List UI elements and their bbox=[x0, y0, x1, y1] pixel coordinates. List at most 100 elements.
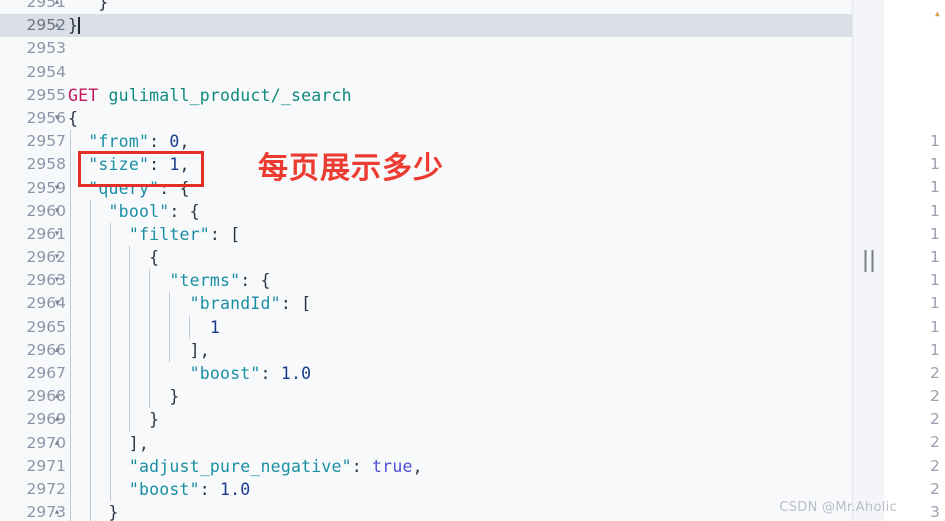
code-line[interactable]: 2951 ▴ } bbox=[0, 0, 852, 14]
watermark: CSDN @Mr.Aholic bbox=[779, 500, 897, 515]
line-number: 2971 bbox=[26, 456, 66, 475]
code-text: } bbox=[68, 385, 179, 408]
response-line-number: 2 bbox=[930, 363, 940, 382]
token-key: "boost" bbox=[189, 364, 261, 383]
response-line-number: 1 bbox=[930, 178, 940, 197]
code-line[interactable]: 2967 "boost": 1.0 bbox=[0, 362, 852, 386]
fold-collapse-icon[interactable]: ▴ bbox=[50, 339, 64, 362]
fold-expand-icon[interactable]: ▾ bbox=[50, 223, 64, 246]
code-line[interactable]: 2966 ▴ ], bbox=[0, 338, 852, 362]
token-punct bbox=[68, 132, 88, 151]
token-punct: } bbox=[68, 387, 180, 407]
token-punct bbox=[68, 155, 88, 174]
line-number: 2958 bbox=[26, 155, 66, 174]
fold-collapse-icon[interactable]: ▴ bbox=[50, 14, 64, 37]
token-key: "boost" bbox=[128, 479, 200, 499]
code-line[interactable]: 2955 GET gulimall_product/_search bbox=[0, 84, 852, 107]
code-line[interactable]: 2965 1 bbox=[0, 315, 852, 339]
fold-collapse-icon[interactable]: ▴ bbox=[50, 432, 64, 455]
fold-collapse-icon[interactable]: ▴ bbox=[50, 408, 64, 431]
code-text: "adjust_pure_negative": true, bbox=[68, 455, 423, 478]
response-line-number: 1 bbox=[930, 132, 940, 150]
token-num: 1 bbox=[169, 155, 180, 175]
code-line[interactable]: 2970 ▴ ], bbox=[0, 431, 852, 455]
grip-bar-right bbox=[871, 249, 874, 272]
code-text: "bool": { bbox=[68, 200, 200, 223]
response-status-marker-icon: ▴ bbox=[933, 6, 941, 20]
code-lines-container[interactable]: 2951 ▴ } 2952 ▴} 2953 2954 2955 GET gulimall_pr… bbox=[0, 0, 852, 521]
code-line[interactable]: 2952 ▴} bbox=[0, 14, 852, 38]
token-punct: : [ bbox=[280, 294, 312, 314]
token-punct: : bbox=[149, 155, 170, 175]
request-editor-pane[interactable]: 2951 ▴ } 2952 ▴} 2953 2954 2955 GET gulimall_pr… bbox=[0, 0, 852, 521]
fold-expand-icon[interactable]: ▾ bbox=[50, 200, 64, 223]
code-text: "filter": [ bbox=[68, 223, 240, 246]
token-punct bbox=[68, 318, 210, 337]
code-text: "boost": 1.0 bbox=[68, 362, 311, 385]
response-line-number: 1 bbox=[930, 201, 940, 220]
code-line[interactable]: 2962 ▾ { bbox=[0, 246, 852, 270]
fold-expand-icon[interactable]: ▾ bbox=[50, 107, 64, 130]
token-key: "from" bbox=[88, 132, 150, 152]
token-punct bbox=[98, 86, 108, 105]
response-line-number: 1 bbox=[930, 294, 940, 313]
fold-expand-icon[interactable]: ▾ bbox=[50, 269, 64, 292]
response-line-numbers: 11111111112222223 bbox=[884, 130, 945, 521]
code-line[interactable]: 2973 ▴ } bbox=[0, 501, 852, 521]
fold-collapse-icon[interactable]: ▴ bbox=[50, 501, 64, 521]
token-key: "bool" bbox=[108, 201, 170, 221]
code-text: ], bbox=[68, 339, 210, 362]
token-punct: : bbox=[199, 479, 221, 499]
annotation-text: 每页展示多少 bbox=[258, 151, 444, 186]
token-num: 1.0 bbox=[220, 479, 251, 499]
token-punct: : bbox=[260, 364, 281, 383]
fold-expand-icon[interactable]: ▾ bbox=[50, 177, 64, 200]
fold-expand-icon[interactable]: ▾ bbox=[50, 292, 64, 315]
token-bool: true bbox=[372, 456, 413, 476]
token-punct: , bbox=[179, 132, 190, 152]
token-punct: : bbox=[149, 132, 170, 152]
code-line[interactable]: 2972 "boost": 1.0 bbox=[0, 477, 852, 502]
code-text: { bbox=[68, 107, 78, 130]
fold-collapse-icon[interactable]: ▴ bbox=[50, 0, 64, 14]
code-line[interactable]: 2969 ▴ } bbox=[0, 408, 852, 432]
code-line[interactable]: 2960 ▾ "bool": { bbox=[0, 199, 852, 223]
code-line[interactable]: 2961 ▾ "filter": [ bbox=[0, 222, 852, 247]
token-key: "adjust_pure_negative" bbox=[128, 456, 352, 476]
token-punct: } bbox=[68, 16, 79, 36]
code-line[interactable]: 2956 ▾{ bbox=[0, 107, 852, 130]
token-punct: ], bbox=[68, 433, 150, 453]
code-line[interactable]: 2964 ▾ "brandId": [ bbox=[0, 292, 852, 316]
token-punct: ], bbox=[68, 340, 210, 360]
token-num: 1 bbox=[209, 317, 221, 337]
token-punct: , bbox=[412, 456, 423, 476]
fold-collapse-icon[interactable]: ▴ bbox=[50, 385, 64, 408]
token-punct bbox=[68, 364, 190, 383]
token-punct: : bbox=[351, 456, 373, 476]
code-line[interactable]: 2954 bbox=[0, 61, 852, 84]
response-line-number: 2 bbox=[930, 387, 940, 406]
code-text: "size": 1, bbox=[68, 153, 190, 176]
line-number: 2954 bbox=[26, 62, 66, 81]
token-url: gulimall_product/_search bbox=[108, 85, 352, 105]
code-line[interactable]: 2971 "adjust_pure_negative": true, bbox=[0, 454, 852, 478]
code-line[interactable]: 2968 ▴ } bbox=[0, 385, 852, 409]
response-line-number: 1 bbox=[930, 340, 940, 359]
token-key: "query" bbox=[88, 178, 160, 198]
code-line[interactable]: 2963 ▾ "terms": { bbox=[0, 269, 852, 293]
response-pane[interactable]: ▴ 11111111112222223 bbox=[884, 0, 945, 521]
token-punct bbox=[68, 480, 129, 499]
code-line[interactable]: 2953 bbox=[0, 37, 852, 60]
token-punct bbox=[68, 271, 169, 290]
text-cursor bbox=[78, 17, 80, 35]
code-text: } bbox=[68, 501, 119, 521]
fold-expand-icon[interactable]: ▾ bbox=[50, 246, 64, 269]
response-line-number: 1 bbox=[930, 155, 940, 174]
pane-splitter[interactable] bbox=[852, 0, 886, 521]
code-text: "brandId": [ bbox=[68, 292, 311, 315]
token-punct: } bbox=[68, 503, 119, 521]
splitter-grip-icon[interactable] bbox=[864, 249, 874, 272]
response-line-number: 2 bbox=[930, 456, 940, 475]
code-text: { bbox=[68, 246, 159, 269]
code-text: 1 bbox=[68, 316, 220, 339]
